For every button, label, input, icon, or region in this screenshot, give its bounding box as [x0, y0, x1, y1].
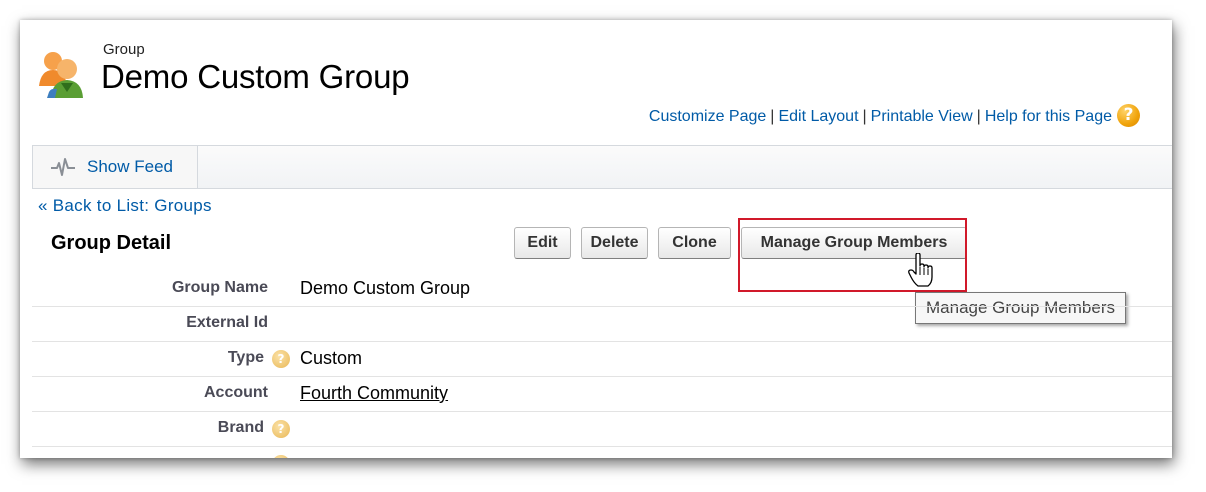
- printable-view-link[interactable]: Printable View: [871, 108, 973, 125]
- field-label: Type: [227, 349, 264, 366]
- field-label: Brand: [217, 419, 264, 436]
- help-icon[interactable]: ?: [272, 350, 290, 368]
- section-title: Group Detail: [51, 232, 172, 254]
- pulse-icon: [51, 158, 75, 176]
- detail-row-external-id: External Id: [32, 306, 1172, 342]
- help-icon[interactable]: ?: [272, 420, 290, 438]
- link-separator: |: [770, 108, 775, 125]
- field-label: Group Name: [171, 279, 268, 296]
- delete-button[interactable]: Delete: [581, 227, 648, 259]
- detail-row-partial: [32, 446, 1172, 458]
- help-icon: [272, 455, 290, 458]
- detail-row-type: Type ? Custom: [32, 341, 1172, 377]
- detail-row-group-name: Group Name Demo Custom Group: [32, 271, 1172, 307]
- help-page-link[interactable]: Help for this Page: [985, 108, 1112, 125]
- edit-layout-link[interactable]: Edit Layout: [778, 108, 858, 125]
- show-feed-button[interactable]: Show Feed: [32, 146, 198, 188]
- page-title: Demo Custom Group: [101, 58, 410, 95]
- detail-row-brand: Brand ?: [32, 411, 1172, 447]
- feed-bar: Show Feed: [32, 145, 1172, 189]
- link-separator: |: [976, 108, 981, 125]
- page-links: Customize Page | Edit Layout | Printable Vie…: [649, 108, 1112, 126]
- account-link[interactable]: Fourth Community: [300, 383, 448, 404]
- help-icon[interactable]: ?: [1117, 104, 1140, 127]
- field-label: External Id: [186, 314, 268, 331]
- field-label: Account: [204, 384, 268, 401]
- field-value: Demo Custom Group: [300, 278, 471, 298]
- clone-button[interactable]: Clone: [658, 227, 731, 259]
- group-icon: [39, 52, 83, 98]
- page-frame: Group Demo Custom Group Customize Page | E…: [20, 20, 1172, 458]
- back-to-list-link[interactable]: « Back to List: Groups: [38, 196, 212, 216]
- field-value: Custom: [300, 348, 363, 368]
- customize-page-link[interactable]: Customize Page: [649, 108, 766, 125]
- show-feed-label: Show Feed: [87, 157, 173, 176]
- detail-row-account: Account Fourth Community: [32, 376, 1172, 412]
- object-type-label: Group: [103, 41, 145, 58]
- link-separator: |: [862, 108, 867, 125]
- edit-button[interactable]: Edit: [514, 227, 571, 259]
